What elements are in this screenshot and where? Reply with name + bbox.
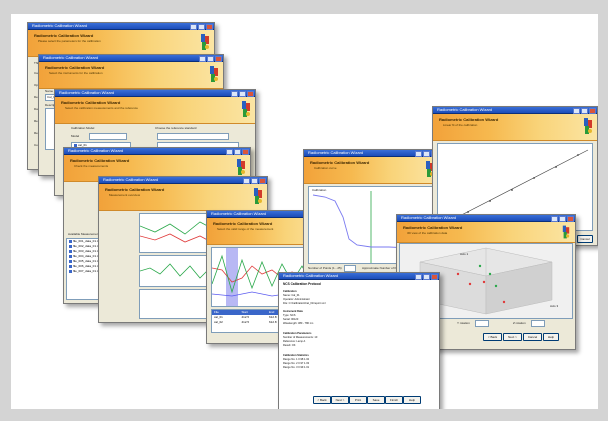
window-title: Radiometric Calibration Wizard xyxy=(68,148,124,153)
finish-button[interactable]: Finish xyxy=(385,396,403,404)
titlebar[interactable]: Radiometric Calibration Wizard xyxy=(279,273,439,280)
wizard-header: Radiometric Calibration Wizard Linear fi… xyxy=(433,114,597,141)
header-title: Radiometric Calibration Wizard xyxy=(34,33,94,38)
header-subtitle: Measurement overview xyxy=(109,193,141,197)
cancel-button[interactable]: Cancel xyxy=(577,235,593,243)
report-line: Range No. 1 0.98 1.02 xyxy=(283,358,310,361)
header-title: Radiometric Calibration Wizard xyxy=(45,65,105,70)
header-title: Radiometric Calibration Wizard xyxy=(61,100,121,105)
model-group-label: Calibration Model xyxy=(71,126,95,130)
collage-canvas: Radiometric Calibration Wizard Radiometr… xyxy=(11,14,598,409)
wizard-header: Radiometric Calibration Wizard Measureme… xyxy=(99,184,267,211)
z-rotation-input[interactable] xyxy=(531,320,545,327)
report-line: File: C:\Calibration\Cal_01\report.xml xyxy=(283,302,326,305)
header-subtitle: Select the calibration measurements and … xyxy=(65,106,138,110)
wizard-header: Radiometric Calibration Wizard Calibrati… xyxy=(304,157,439,184)
axis-label: Axis 3 xyxy=(550,304,559,308)
titlebar[interactable]: Radiometric Calibration Wizard xyxy=(64,148,250,155)
wizard-logo-icon xyxy=(210,66,218,82)
header-title: Radiometric Calibration Wizard xyxy=(70,158,130,163)
wizard-header: Radiometric Calibration Wizard Please se… xyxy=(28,30,214,57)
header-subtitle: Linear fit of the calibration xyxy=(443,123,478,127)
header-subtitle: 3D view of the calibration data xyxy=(407,231,448,235)
window-title: Radiometric Calibration Wizard xyxy=(32,23,88,28)
header-subtitle: Select the valid range of the measuremen… xyxy=(217,227,274,231)
wizard-logo-icon xyxy=(237,159,245,175)
window-title: Radiometric Calibration Wizard xyxy=(401,215,457,220)
wizard-logo-icon xyxy=(584,118,592,134)
model-label: Model xyxy=(71,134,80,138)
fit-line xyxy=(443,149,589,225)
wizard-header: Radiometric Calibration Wizard Select th… xyxy=(39,62,223,89)
window-title: Radiometric Calibration Wizard xyxy=(43,55,99,60)
titlebar[interactable]: Radiometric Calibration Wizard xyxy=(28,23,214,30)
wizard-header: Radiometric Calibration Wizard Select th… xyxy=(55,97,255,124)
control-label: Y rotation xyxy=(457,321,470,325)
section-heading: Calibration Statistics xyxy=(283,354,309,357)
report-line: Type: NCS xyxy=(283,314,296,317)
report-line: Range No. 3 0.99 1.01 xyxy=(283,366,310,369)
section-heading: Calibration Parameters xyxy=(283,332,312,335)
cancel-button[interactable]: Cancel xyxy=(523,333,542,341)
back-button[interactable]: < Back xyxy=(313,396,331,404)
section-heading: Instrument Data xyxy=(283,310,303,313)
range-label: Number of Points (1 - 25) xyxy=(308,266,342,270)
report-line: Operator: Administrator xyxy=(283,298,310,301)
report-line: Serial: 00123 xyxy=(283,318,299,321)
report-line: Name: Cal_01 xyxy=(283,294,300,297)
wizard-header: Radiometric Calibration Wizard 3D view o… xyxy=(397,222,575,243)
y-rotation-input[interactable] xyxy=(475,320,489,327)
help-button[interactable]: Help xyxy=(403,396,421,404)
header-title: Radiometric Calibration Wizard xyxy=(403,225,463,230)
back-button[interactable]: < Back xyxy=(483,333,502,341)
wizard-logo-icon xyxy=(242,101,250,117)
report-line: Range No. 2 0.97 1.03 xyxy=(283,362,310,365)
print-button[interactable]: Print xyxy=(349,396,367,404)
next-button[interactable]: Next > xyxy=(331,396,349,404)
titlebar[interactable]: Radiometric Calibration Wizard xyxy=(397,215,575,222)
wizard-logo-icon xyxy=(201,34,209,50)
titlebar[interactable]: Radiometric Calibration Wizard xyxy=(99,177,267,184)
control-label: Z rotation xyxy=(513,321,526,325)
report-window: Radiometric Calibration Wizard NCS Calib… xyxy=(278,272,440,409)
model-select[interactable] xyxy=(89,133,127,140)
window-title: Radiometric Calibration Wizard xyxy=(103,177,159,182)
axis-label: Axis 1 xyxy=(460,252,469,256)
wizard-logo-icon xyxy=(562,225,570,239)
report-line: Number of Measurements: 10 xyxy=(283,336,318,339)
header-subtitle: Check the measurements xyxy=(74,164,109,168)
header-title: Radiometric Calibration Wizard xyxy=(213,221,273,226)
wizard-logo-icon xyxy=(254,188,262,204)
titlebar[interactable]: Radiometric Calibration Wizard xyxy=(55,90,255,97)
header-subtitle: Select the instruments for the calibrati… xyxy=(49,71,103,75)
report-line: Reference: Lamp A xyxy=(283,340,306,343)
files-label: Available Measurements xyxy=(68,232,101,236)
titlebar[interactable]: Radiometric Calibration Wizard xyxy=(433,107,597,114)
legend: Calibration xyxy=(312,188,327,192)
next-button[interactable]: Next > xyxy=(503,333,522,341)
header-subtitle: Calibration curve xyxy=(314,166,337,170)
report-line: Wavelength: 380 - 780 nm xyxy=(283,322,314,325)
header-title: Radiometric Calibration Wizard xyxy=(310,160,370,165)
reference-group-label: Choose the reference standard xyxy=(155,126,197,130)
report-line: Result: OK xyxy=(283,344,296,347)
report-title: NCS Calibration Protocol xyxy=(283,282,322,286)
save-button[interactable]: Save xyxy=(367,396,385,404)
points-input[interactable] xyxy=(344,265,356,272)
help-button[interactable]: Help xyxy=(543,333,559,341)
reference-select[interactable] xyxy=(157,133,229,140)
section-heading: Calibration xyxy=(283,290,297,293)
header-title: Radiometric Calibration Wizard xyxy=(105,187,165,192)
header-subtitle: Please select the parameters for the cal… xyxy=(38,39,101,43)
titlebar[interactable]: Radiometric Calibration Wizard xyxy=(39,55,223,62)
window-title: Radiometric Calibration Wizard xyxy=(59,90,115,95)
titlebar[interactable]: Radiometric Calibration Wizard xyxy=(304,150,439,157)
header-title: Radiometric Calibration Wizard xyxy=(439,117,499,122)
